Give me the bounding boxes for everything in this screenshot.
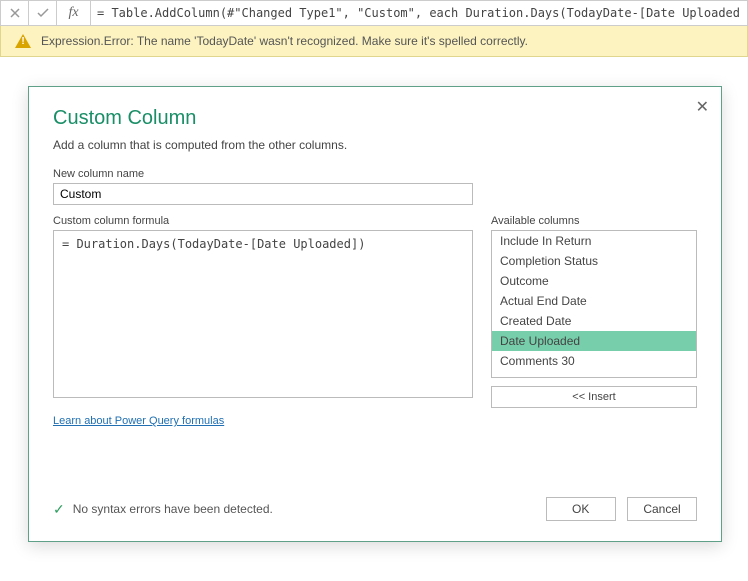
available-columns-list[interactable]: Include In ReturnCompletion StatusOutcom…: [491, 230, 697, 378]
error-text: Expression.Error: The name 'TodayDate' w…: [41, 34, 528, 48]
new-column-name-input[interactable]: [53, 183, 473, 205]
list-item[interactable]: Outcome: [492, 271, 696, 291]
custom-column-dialog: ✕ Custom Column Add a column that is com…: [28, 86, 722, 542]
status-text: No syntax errors have been detected.: [73, 502, 273, 516]
formula-label: Custom column formula: [53, 215, 473, 227]
cancel-button[interactable]: Cancel: [627, 497, 697, 521]
insert-button[interactable]: << Insert: [491, 386, 697, 408]
list-item[interactable]: Completion Status: [492, 251, 696, 271]
formula-bar: fx: [0, 0, 748, 26]
list-item[interactable]: Created Date: [492, 311, 696, 331]
close-icon[interactable]: ✕: [696, 97, 709, 117]
warning-icon: [15, 34, 31, 48]
error-banner: Expression.Error: The name 'TodayDate' w…: [0, 26, 748, 57]
formula-bar-input[interactable]: [91, 1, 747, 25]
check-icon: ✓: [53, 501, 65, 518]
list-item[interactable]: Comments 30: [492, 351, 696, 371]
ok-button[interactable]: OK: [546, 497, 616, 521]
list-item[interactable]: Date Uploaded: [492, 331, 696, 351]
dialog-subtitle: Add a column that is computed from the o…: [53, 138, 697, 152]
accept-formula-icon[interactable]: [29, 1, 57, 25]
list-item[interactable]: Actual End Date: [492, 291, 696, 311]
status-row: ✓ No syntax errors have been detected.: [53, 501, 273, 518]
learn-link[interactable]: Learn about Power Query formulas: [53, 415, 224, 427]
available-columns-label: Available columns: [491, 215, 697, 227]
dialog-title: Custom Column: [53, 107, 697, 130]
list-item[interactable]: Include In Return: [492, 231, 696, 251]
fx-icon[interactable]: fx: [57, 1, 91, 25]
new-column-name-label: New column name: [53, 168, 697, 180]
cancel-formula-icon[interactable]: [1, 1, 29, 25]
custom-formula-input[interactable]: [53, 230, 473, 398]
